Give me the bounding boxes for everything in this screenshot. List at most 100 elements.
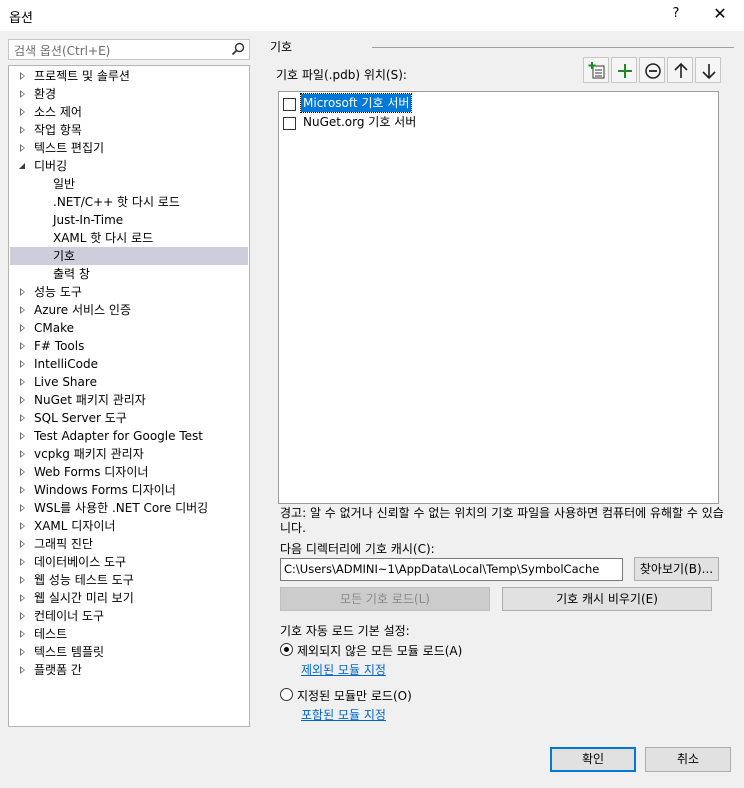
load-all-symbols-button[interactable]: 모든 기호 로드(L) [280, 587, 490, 611]
tree-item[interactable]: XAML 디자이너 [10, 517, 248, 535]
expand-arrow-icon[interactable] [20, 432, 25, 440]
included-modules-link[interactable]: 포함된 모듈 지정 [301, 706, 386, 723]
tree-item[interactable]: .NET/C++ 핫 다시 로드 [10, 193, 248, 211]
expand-arrow-icon[interactable] [20, 576, 25, 584]
expand-arrow-icon[interactable] [20, 360, 25, 368]
tree-item[interactable]: Web Forms 디자이너 [10, 463, 248, 481]
location-checkbox[interactable] [283, 117, 296, 130]
tree-item[interactable]: 그래픽 진단 [10, 535, 248, 553]
search-input[interactable]: 검색 옵션(Ctrl+E) [14, 42, 110, 59]
expand-arrow-icon[interactable] [20, 90, 25, 98]
tree-item[interactable]: 컨테이너 도구 [10, 607, 248, 625]
tree-item[interactable]: 출력 창 [10, 265, 248, 283]
tree-item[interactable]: 프로젝트 및 솔루션 [10, 67, 248, 85]
help-button[interactable]: ? [664, 6, 688, 26]
cancel-button[interactable]: 취소 [645, 747, 731, 772]
auto-load-label: 기호 자동 로드 기본 설정: [280, 624, 410, 638]
tree-item-label: 웹 실시간 미리 보기 [34, 591, 134, 605]
move-down-button[interactable] [695, 57, 721, 83]
tree-item[interactable]: Test Adapter for Google Test [10, 427, 248, 445]
expand-arrow-icon[interactable] [20, 72, 25, 80]
tree-item[interactable]: 일반 [10, 175, 248, 193]
search-icon[interactable] [231, 42, 245, 56]
radio-load-specified-label[interactable]: 지정된 모듈만 로드(O) [297, 687, 412, 704]
collapse-arrow-icon[interactable] [19, 163, 25, 169]
expand-arrow-icon[interactable] [20, 126, 25, 134]
location-label[interactable]: NuGet.org 기호 서버 [301, 113, 418, 131]
location-label[interactable]: Microsoft 기호 서버 [299, 93, 413, 113]
tree-item[interactable]: 텍스트 편집기 [10, 139, 248, 157]
expand-arrow-icon[interactable] [20, 558, 25, 566]
expand-arrow-icon[interactable] [20, 666, 25, 674]
excluded-modules-link[interactable]: 제외된 모듈 지정 [301, 661, 386, 678]
radio-load-specified-indicator[interactable] [280, 688, 293, 701]
expand-arrow-icon[interactable] [20, 144, 25, 152]
expand-arrow-icon[interactable] [20, 612, 25, 620]
tree-item-label: 플랫폼 간 [34, 663, 82, 677]
expand-arrow-icon[interactable] [20, 648, 25, 656]
tree-item[interactable]: IntelliCode [10, 355, 248, 373]
tree-item[interactable]: 테스트 [10, 625, 248, 643]
tree-item[interactable]: Windows Forms 디자이너 [10, 481, 248, 499]
options-tree[interactable]: 프로젝트 및 솔루션 환경 소스 제어 작업 항목 텍스트 편집기 디버깅 일반 .NET/C… [8, 65, 250, 727]
add-location-button[interactable] [611, 57, 637, 83]
cache-directory-value: C:\Users\ADMINI~1\AppData\Local\Temp\Sym… [284, 562, 600, 576]
tree-item[interactable]: WSL를 사용한 .NET Core 디버깅 [10, 499, 248, 517]
move-up-button[interactable] [667, 57, 693, 83]
expand-arrow-icon[interactable] [20, 468, 25, 476]
tree-item[interactable]: SQL Server 도구 [10, 409, 248, 427]
tree-item-label: 컨테이너 도구 [34, 609, 105, 623]
tree-item[interactable]: 소스 제어 [10, 103, 248, 121]
empty-cache-button[interactable]: 기호 캐시 비우기(E) [502, 587, 712, 611]
add-pdb-button[interactable] [583, 57, 609, 83]
expand-arrow-icon[interactable] [20, 396, 25, 404]
tree-item[interactable]: 환경 [10, 85, 248, 103]
close-button[interactable]: ✕ [708, 4, 732, 26]
expand-arrow-icon[interactable] [20, 522, 25, 530]
expand-arrow-icon[interactable] [20, 594, 25, 602]
expand-arrow-icon[interactable] [20, 630, 25, 638]
remove-location-button[interactable] [639, 57, 665, 83]
tree-item[interactable]: vcpkg 패키지 관리자 [10, 445, 248, 463]
radio-load-all-label[interactable]: 제외되지 않은 모든 모듈 로드(A) [297, 642, 462, 659]
tree-item[interactable]: 웹 실시간 미리 보기 [10, 589, 248, 607]
expand-arrow-icon[interactable] [20, 540, 25, 548]
tree-item[interactable]: XAML 핫 다시 로드 [10, 229, 248, 247]
expand-arrow-icon[interactable] [20, 306, 25, 314]
tree-item[interactable]: 웹 성능 테스트 도구 [10, 571, 248, 589]
tree-item[interactable]: 작업 항목 [10, 121, 248, 139]
location-checkbox[interactable] [283, 98, 296, 111]
tree-item[interactable]: Azure 서비스 인증 [10, 301, 248, 319]
tree-item[interactable]: F# Tools [10, 337, 248, 355]
tree-item[interactable]: Live Share [10, 373, 248, 391]
tree-item[interactable]: CMake [10, 319, 248, 337]
expand-arrow-icon[interactable] [20, 324, 25, 332]
expand-arrow-icon[interactable] [20, 342, 25, 350]
expand-arrow-icon[interactable] [20, 504, 25, 512]
expand-arrow-icon[interactable] [20, 108, 25, 116]
radio-load-specified[interactable]: 지정된 모듈만 로드(O) [280, 686, 600, 704]
tree-item[interactable]: Just-In-Time [10, 211, 248, 229]
tree-item[interactable]: 기호 [10, 247, 248, 265]
cache-directory-input[interactable]: C:\Users\ADMINI~1\AppData\Local\Temp\Sym… [280, 558, 623, 581]
radio-load-all-indicator[interactable] [280, 643, 293, 656]
tree-item-label: Azure 서비스 인증 [34, 303, 131, 317]
expand-arrow-icon[interactable] [20, 486, 25, 494]
radio-load-all[interactable]: 제외되지 않은 모든 모듈 로드(A) [280, 641, 600, 659]
search-box[interactable]: 검색 옵션(Ctrl+E) [8, 39, 250, 60]
tree-item[interactable]: 성능 도구 [10, 283, 248, 301]
tree-item[interactable]: NuGet 패키지 관리자 [10, 391, 248, 409]
tree-item-label: Live Share [34, 375, 97, 389]
ok-button[interactable]: 확인 [550, 747, 636, 772]
title-bar: 옵션 ? ✕ [0, 0, 744, 31]
tree-item[interactable]: 플랫폼 간 [10, 661, 248, 679]
tree-item[interactable]: 데이터베이스 도구 [10, 553, 248, 571]
symbol-locations-list[interactable]: Microsoft 기호 서버 NuGet.org 기호 서버 [278, 91, 719, 504]
expand-arrow-icon[interactable] [20, 378, 25, 386]
browse-button[interactable]: 찾아보기(B)... [634, 557, 719, 581]
expand-arrow-icon[interactable] [20, 414, 25, 422]
tree-item[interactable]: 텍스트 템플릿 [10, 643, 248, 661]
expand-arrow-icon[interactable] [20, 450, 25, 458]
expand-arrow-icon[interactable] [20, 288, 25, 296]
tree-item[interactable]: 디버깅 [10, 157, 248, 175]
